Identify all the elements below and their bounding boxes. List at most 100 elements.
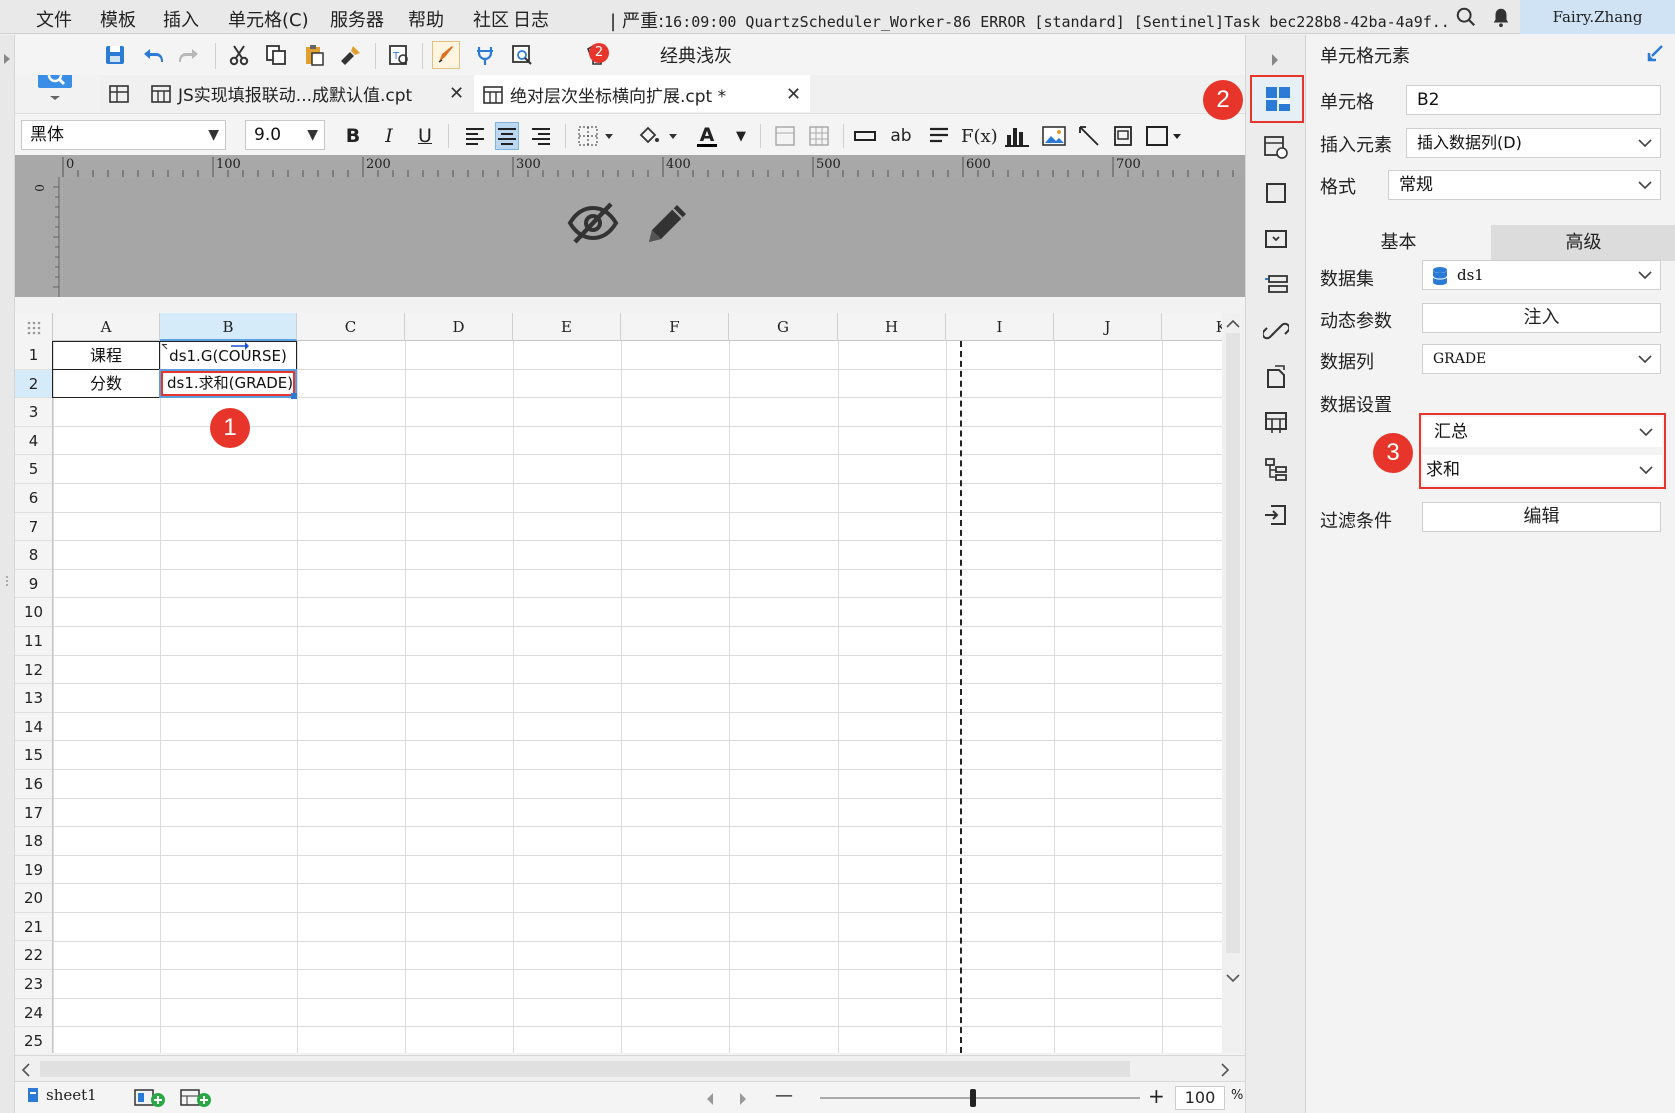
tab-list-button[interactable] xyxy=(108,75,142,112)
bell-icon[interactable] xyxy=(1490,6,1512,28)
save-icon[interactable] xyxy=(101,41,129,69)
row-header[interactable]: 9 xyxy=(15,570,52,599)
scroll-up-icon[interactable] xyxy=(1226,319,1240,329)
align-right-button[interactable] xyxy=(529,122,553,150)
row-header[interactable]: 15 xyxy=(15,741,52,770)
menu-file[interactable]: 文件 xyxy=(36,6,72,32)
column-header-j[interactable]: J xyxy=(1054,313,1162,341)
column-header-e[interactable]: E xyxy=(513,313,621,341)
italic-button[interactable]: I xyxy=(377,122,401,150)
row-header[interactable]: 18 xyxy=(15,827,52,856)
cell-b1[interactable]: ds1.G(COURSE) xyxy=(159,341,297,370)
row-header[interactable]: 25 xyxy=(15,1027,52,1053)
template-preview-icon[interactable]: T xyxy=(385,41,413,69)
hierarchy-tab[interactable] xyxy=(1260,453,1292,485)
undo-icon[interactable] xyxy=(139,41,167,69)
drag-handle-icon[interactable] xyxy=(4,575,10,587)
underline-button[interactable]: U xyxy=(413,122,437,150)
row-header[interactable]: 24 xyxy=(15,999,52,1028)
scroll-left-icon[interactable] xyxy=(21,1063,31,1077)
tab-basic[interactable]: 基本 xyxy=(1306,225,1491,261)
report-block-tab[interactable] xyxy=(1260,407,1292,439)
eye-slash-icon[interactable] xyxy=(567,200,619,246)
paste-icon[interactable] xyxy=(300,41,328,69)
cell-attribute-tab[interactable] xyxy=(1260,131,1292,163)
insert-formula-button[interactable]: F(x) xyxy=(961,122,998,150)
insert-chart-button[interactable] xyxy=(1005,122,1029,150)
row-header[interactable]: 14 xyxy=(15,713,52,742)
horizontal-scrollbar[interactable] xyxy=(15,1055,1245,1081)
row-header[interactable]: 8 xyxy=(15,541,52,570)
redo-icon[interactable] xyxy=(175,41,203,69)
search-preview-icon[interactable] xyxy=(508,41,536,69)
zoom-slider-thumb[interactable] xyxy=(970,1089,976,1107)
column-header-b[interactable]: B xyxy=(160,313,297,341)
row-header[interactable]: 23 xyxy=(15,970,52,999)
vertical-scrollbar[interactable] xyxy=(1222,313,1244,1053)
align-left-button[interactable] xyxy=(463,122,487,150)
menu-cell[interactable]: 单元格(C) xyxy=(228,6,309,32)
row-header[interactable]: 2 xyxy=(15,369,52,399)
row-header[interactable]: 5 xyxy=(15,455,52,484)
chevron-down-icon[interactable]: ▼ xyxy=(729,122,753,150)
pin-arrow-icon[interactable] xyxy=(1646,43,1666,63)
close-icon[interactable]: ✕ xyxy=(449,83,464,104)
zoom-slider-track[interactable] xyxy=(820,1097,1140,1099)
vertical-scroll-thumb[interactable] xyxy=(1226,333,1240,953)
pen-tool-icon[interactable] xyxy=(432,41,460,69)
insert-textfield-button[interactable] xyxy=(853,122,877,150)
pencil-icon[interactable] xyxy=(643,200,691,248)
menu-log[interactable]: 日志 xyxy=(513,6,549,32)
row-header[interactable]: 20 xyxy=(15,884,52,913)
font-color-button[interactable]: A xyxy=(695,122,719,150)
split-cell-button[interactable] xyxy=(807,122,831,150)
column-header-d[interactable]: D xyxy=(405,313,513,341)
cell-element-tab[interactable] xyxy=(1250,75,1304,123)
insert-richtext-button[interactable] xyxy=(927,122,951,150)
menu-insert[interactable]: 插入 xyxy=(163,6,199,32)
font-family-select[interactable]: 黑体 ▼ xyxy=(21,120,226,150)
zoom-in-button[interactable]: + xyxy=(1148,1084,1165,1108)
insert-subreport-button[interactable] xyxy=(1111,122,1135,150)
log-message[interactable]: | 严重:16:09:00 QuartzScheduler_Worker-86 E… xyxy=(610,7,1450,33)
bold-button[interactable]: B xyxy=(341,122,365,150)
condition-attribute-tab[interactable] xyxy=(1260,269,1292,301)
data-column-select[interactable]: GRADE xyxy=(1422,344,1661,374)
row-header[interactable]: 1 xyxy=(15,341,52,370)
close-icon[interactable]: ✕ xyxy=(786,84,801,105)
column-header-a[interactable]: A xyxy=(53,313,160,341)
tab-advanced[interactable]: 高级 xyxy=(1491,225,1675,261)
column-header-g[interactable]: G xyxy=(729,313,838,341)
row-header[interactable]: 12 xyxy=(15,656,52,685)
column-header-f[interactable]: F xyxy=(621,313,729,341)
row-header[interactable]: 11 xyxy=(15,627,52,656)
copy-icon[interactable] xyxy=(262,41,290,69)
select-all-corner[interactable] xyxy=(15,313,53,341)
plugin-icon[interactable] xyxy=(471,41,499,69)
row-header[interactable]: 7 xyxy=(15,513,52,542)
insert-element-select[interactable]: 插入数据列(D) xyxy=(1406,128,1661,158)
dataset-select[interactable]: ds1 xyxy=(1422,260,1661,290)
add-dashboard-sheet-button[interactable] xyxy=(179,1088,213,1113)
user-name[interactable]: Fairy.Zhang xyxy=(1520,0,1675,34)
column-header-h[interactable]: H xyxy=(838,313,946,341)
row-header[interactable]: 6 xyxy=(15,484,52,513)
font-size-select[interactable]: 9.0 ▼ xyxy=(245,120,325,150)
menu-help[interactable]: 帮助 xyxy=(408,6,444,32)
cell-address-input[interactable]: B2 xyxy=(1406,85,1661,115)
row-header[interactable]: 19 xyxy=(15,856,52,885)
add-report-sheet-button[interactable] xyxy=(133,1088,167,1113)
inject-button[interactable]: 注入 xyxy=(1422,303,1661,333)
cell-style-tab[interactable] xyxy=(1260,177,1292,209)
format-painter-icon[interactable] xyxy=(337,41,365,69)
row-header[interactable]: 17 xyxy=(15,799,52,828)
data-setting-mode-select[interactable]: 汇总 xyxy=(1423,417,1662,447)
row-header[interactable]: 3 xyxy=(15,398,52,427)
scroll-right-icon[interactable] xyxy=(1220,1063,1230,1077)
widget-tab[interactable] xyxy=(1260,223,1292,255)
sheet-tab[interactable]: sheet1 xyxy=(27,1086,97,1104)
zoom-input[interactable]: 100 xyxy=(1175,1086,1225,1110)
search-icon[interactable] xyxy=(1455,6,1477,28)
cell-border-style-button[interactable] xyxy=(1145,122,1185,150)
align-center-button[interactable] xyxy=(495,122,519,150)
